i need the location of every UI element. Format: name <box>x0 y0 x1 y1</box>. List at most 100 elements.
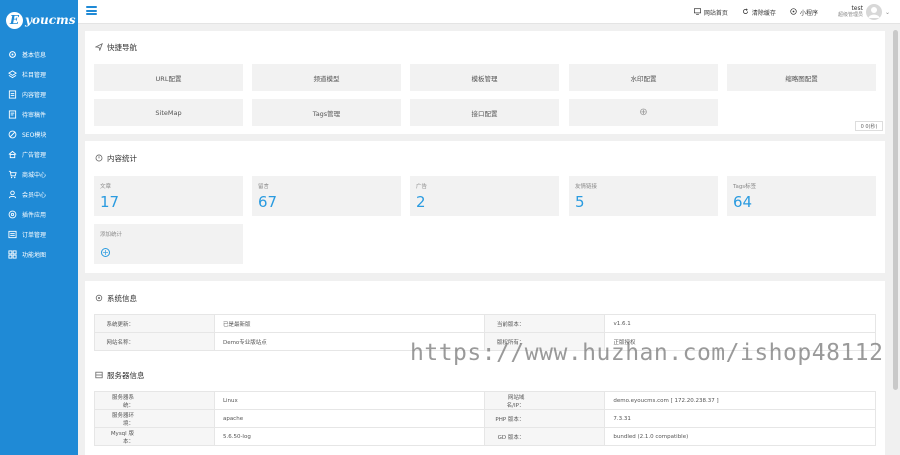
stats-icon <box>95 154 103 164</box>
table-key: Mysql 版本： <box>94 427 215 446</box>
sidebar-item-plugins[interactable]: 插件应用 <box>0 204 78 224</box>
sidebar-item-label: 基本信息 <box>22 51 47 59</box>
logo[interactable]: E youcms <box>0 0 78 40</box>
table-row: 服务器环境： apache PHP 版本： 7.3.31 <box>94 409 876 428</box>
stat-label: Tags标签 <box>733 184 757 190</box>
mini-program-icon <box>790 7 797 17</box>
quick-nav-add-button[interactable]: ⊕ <box>569 99 718 126</box>
table-key: PHP 版本： <box>484 409 606 428</box>
top-links: 网站首页 清除缓存 小程序 test 超级管理员 ⌄ <box>693 0 890 24</box>
chevron-down-icon[interactable]: ⌄ <box>885 9 890 16</box>
stat-label: 友情链接 <box>575 184 598 190</box>
table-value: 5.6.50-log <box>213 427 486 446</box>
logo-mark: E <box>6 11 23 29</box>
table-key: 当前版本： <box>484 314 606 333</box>
table-row: 服务器系统： Linux 网站域名/IP： demo.eyoucms.com [… <box>94 391 876 410</box>
sidebar-item-shop[interactable]: 商城中心 <box>0 164 78 184</box>
stat-card-articles[interactable]: 文章 17 <box>94 176 243 216</box>
stat-label: 留言 <box>258 184 270 190</box>
sidebar-item-basic-info[interactable]: 基本信息 <box>0 44 78 64</box>
user-menu[interactable]: test 超级管理员 ⌄ <box>838 4 890 20</box>
user-role: 超级管理员 <box>837 12 863 18</box>
stat-value: 64 <box>733 193 753 211</box>
quick-nav-thumbnail-config[interactable]: 缩略图配置 <box>727 64 876 91</box>
table-key: 网站名称： <box>94 332 215 351</box>
scrollbar[interactable] <box>891 24 900 455</box>
send-icon <box>94 42 103 53</box>
table-value: bundled (2.1.0 compatible) <box>604 427 876 446</box>
table-value: apache <box>213 409 486 428</box>
user-icon <box>8 190 17 199</box>
table-value: demo.eyoucms.com [ 172.20.238.37 ] <box>604 391 876 410</box>
refresh-icon <box>742 7 749 17</box>
order-icon <box>8 230 17 239</box>
sidebar-item-label: 待审稿件 <box>22 111 47 119</box>
panel-title-system-info: 系统信息 <box>95 293 137 304</box>
sidebar-item-orders[interactable]: 订单管理 <box>0 224 78 244</box>
table-key: 网站域名/IP： <box>484 391 606 410</box>
sidebar-item-function-map[interactable]: 功能地图 <box>0 244 78 264</box>
logo-text: youcms <box>25 13 76 27</box>
site-home-link[interactable]: 网站首页 <box>693 7 728 17</box>
table-value: Linux <box>213 391 486 410</box>
table-value: 已是最新版 <box>213 314 486 333</box>
sidebar-item-label: 栏目管理 <box>22 71 47 79</box>
stat-card-messages[interactable]: 留言 67 <box>252 176 401 216</box>
avatar[interactable] <box>865 4 882 20</box>
server-icon <box>95 371 103 381</box>
server-info-table: 服务器系统： Linux 网站域名/IP： demo.eyoucms.com [… <box>94 391 876 446</box>
plugin-icon <box>8 210 17 219</box>
ad-icon <box>8 150 17 159</box>
plus-circle-icon[interactable]: + <box>101 248 110 257</box>
table-key: 系统更新： <box>94 314 215 333</box>
sidebar-item-columns[interactable]: 栏目管理 <box>0 64 78 84</box>
stat-label: 添加统计 <box>100 232 123 238</box>
sidebar-item-label: 内容管理 <box>22 91 47 99</box>
stat-card-tags[interactable]: Tags标签 64 <box>727 176 876 216</box>
quick-nav-tags-manage[interactable]: Tags管理 <box>252 99 401 126</box>
sidebar-item-ads[interactable]: 广告管理 <box>0 144 78 164</box>
sidebar-nav: 基本信息 栏目管理 内容管理 待审稿件 SEO模块 广告管理 商城中心 会员中心… <box>0 44 78 264</box>
add-stat-card[interactable]: 添加统计 + <box>94 224 243 264</box>
stat-card-links[interactable]: 友情链接 5 <box>569 176 718 216</box>
table-row: 系统更新： 已是最新版 当前版本： v1.6.1 <box>94 314 876 333</box>
timer-badge: 0 0(秒) <box>855 121 883 131</box>
sidebar-item-pending[interactable]: 待审稿件 <box>0 104 78 124</box>
seo-icon <box>8 130 17 139</box>
quick-nav-url-config[interactable]: URL配置 <box>94 64 243 91</box>
stat-value: 2 <box>416 193 426 211</box>
site-home-label: 网站首页 <box>703 9 728 17</box>
stat-label: 广告 <box>416 184 428 190</box>
sidebar-item-label: SEO模块 <box>22 131 47 139</box>
sidebar-item-label: 功能地图 <box>22 251 47 259</box>
sidebar-item-label: 广告管理 <box>22 151 47 159</box>
quick-nav-api-config[interactable]: 接口配置 <box>410 99 559 126</box>
watermark: https://www.huzhan.com/ishop48112 <box>410 340 884 366</box>
quick-nav-watermark-config[interactable]: 水印配置 <box>569 64 718 91</box>
stat-label: 文章 <box>100 184 112 190</box>
table-row: Mysql 版本： 5.6.50-log GD 版本： bundled (2.1… <box>94 427 876 446</box>
system-info-panel: 系统信息 系统更新： 已是最新版 当前版本： v1.6.1 网站名称： Demo… <box>85 281 885 455</box>
scrollbar-thumb[interactable] <box>893 30 898 390</box>
sidebar-item-content[interactable]: 内容管理 <box>0 84 78 104</box>
sidebar-item-label: 订单管理 <box>22 231 47 239</box>
document-icon <box>8 89 17 99</box>
panel-title-server-info: 服务器信息 <box>95 370 145 381</box>
sidebar: E youcms 基本信息 栏目管理 内容管理 待审稿件 SEO模块 广告管理 <box>0 0 78 455</box>
layers-icon <box>8 69 17 79</box>
stat-value: 67 <box>258 193 278 211</box>
settings-icon <box>95 294 103 304</box>
sidebar-item-seo[interactable]: SEO模块 <box>0 124 78 144</box>
cart-icon <box>8 170 17 179</box>
user-name: test <box>851 5 863 12</box>
table-key: 服务器系统： <box>94 391 215 410</box>
quick-nav-channel-model[interactable]: 频道模型 <box>252 64 401 91</box>
menu-toggle-icon[interactable] <box>86 6 97 15</box>
clear-cache-link[interactable]: 清除缓存 <box>742 7 776 17</box>
stat-card-ads[interactable]: 广告 2 <box>410 176 559 216</box>
quick-nav-template-manage[interactable]: 模板管理 <box>410 64 559 91</box>
quick-nav-sitemap[interactable]: SiteMap <box>94 99 243 126</box>
panel-title-quick-nav: 快捷导航 <box>94 42 137 53</box>
sidebar-item-members[interactable]: 会员中心 <box>0 184 78 204</box>
mini-program-link[interactable]: 小程序 <box>790 7 818 17</box>
